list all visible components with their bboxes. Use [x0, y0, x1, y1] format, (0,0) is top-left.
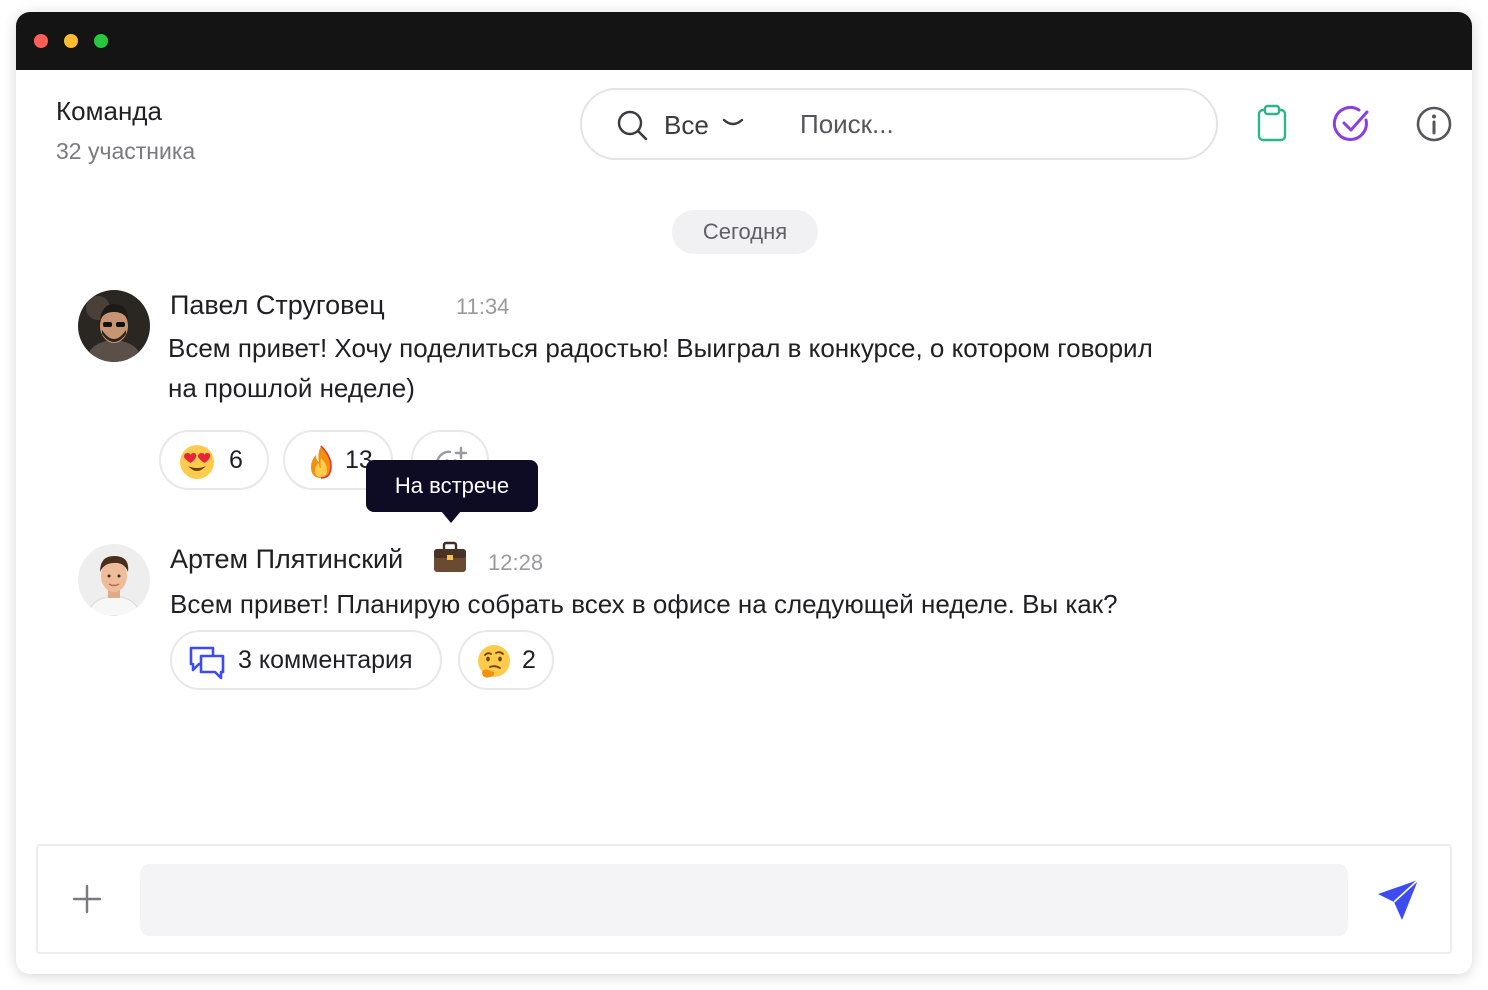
check-circle-icon[interactable] — [1332, 104, 1372, 144]
maximize-window-button[interactable] — [94, 34, 108, 48]
member-count: 32 участника — [56, 138, 196, 164]
fire-emoji-icon — [311, 445, 332, 479]
briefcase-icon[interactable] — [432, 540, 468, 574]
reaction-count: 6 — [229, 446, 243, 474]
search-scope-dropdown[interactable]: Все — [664, 110, 709, 141]
chat-title: Команда — [56, 96, 162, 126]
date-separator: Сегодня — [672, 210, 818, 254]
reaction-heart-eyes[interactable]: 6 — [159, 430, 269, 490]
search-input[interactable] — [800, 104, 1200, 144]
reaction-count: 2 — [522, 646, 536, 674]
tooltip-arrow — [441, 511, 461, 523]
avatar[interactable] — [78, 290, 150, 362]
comments-label: 3 комментария — [238, 646, 413, 674]
chevron-down-icon[interactable] — [722, 116, 744, 130]
minimize-window-button[interactable] — [64, 34, 78, 48]
reaction-thinking[interactable]: 2 — [458, 630, 554, 690]
comments-icon — [189, 646, 225, 680]
message-input[interactable] — [140, 864, 1348, 936]
message-text-continued: на прошлой неделе) — [168, 373, 415, 403]
send-icon[interactable] — [1376, 878, 1420, 922]
message-time: 11:34 — [456, 294, 510, 319]
avatar[interactable] — [78, 544, 150, 616]
clipboard-icon[interactable] — [1252, 104, 1292, 144]
search-bar[interactable]: Все — [580, 88, 1218, 160]
info-icon[interactable] — [1414, 104, 1454, 144]
title-bar — [16, 12, 1472, 70]
message-author[interactable]: Артем Плятинский — [170, 544, 403, 575]
close-window-button[interactable] — [34, 34, 48, 48]
status-tooltip: На встрече — [366, 460, 538, 512]
message-author[interactable]: Павел Струговец — [170, 290, 385, 321]
app-window: Команда 32 участника Все Сегодня — [16, 12, 1472, 974]
plus-icon[interactable] — [72, 884, 102, 914]
heart-eyes-emoji-icon — [180, 445, 214, 479]
thinking-face-emoji-icon — [478, 645, 510, 678]
message-text: Всем привет! Планирую собрать всех в офи… — [170, 589, 1118, 619]
message-time: 12:28 — [488, 550, 544, 575]
message-text: Всем привет! Хочу поделиться радостью! В… — [168, 333, 1153, 363]
comments-button[interactable]: 3 комментария — [170, 630, 442, 690]
search-icon — [617, 110, 648, 141]
message-composer — [36, 844, 1452, 954]
